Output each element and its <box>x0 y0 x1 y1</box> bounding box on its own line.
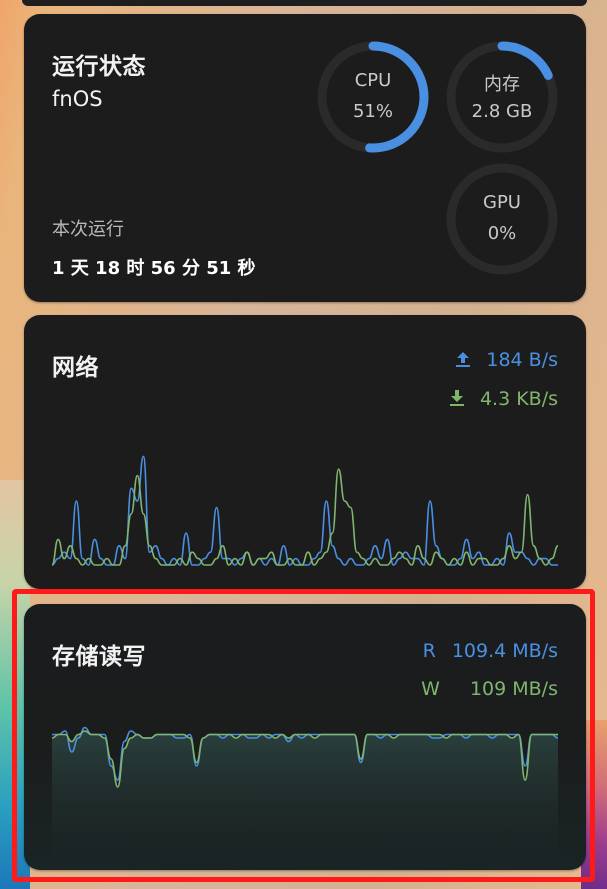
uptime-value: 1 天 18 时 56 分 51 秒 <box>52 258 256 279</box>
network-upload-series <box>51 455 558 566</box>
previous-card-edge <box>22 0 587 6</box>
cpu-gauge-ring <box>317 41 429 153</box>
gauge-track <box>446 163 558 275</box>
system-status-card: 运行状态 fnOS 本次运行 1 天 18 时 56 分 51 秒 CPU 51… <box>24 14 586 302</box>
uptime-label: 本次运行 <box>52 219 124 240</box>
gpu-gauge[interactable]: GPU 0% <box>445 162 559 276</box>
memory-gauge-ring <box>446 41 558 153</box>
memory-gauge-label: 内存 <box>484 74 520 95</box>
status-title: 运行状态 <box>52 54 146 80</box>
gpu-gauge-label: GPU <box>483 192 521 213</box>
cpu-gauge[interactable]: CPU 51% <box>316 40 430 154</box>
cpu-gauge-label: CPU <box>354 70 392 91</box>
gpu-gauge-value: 0% <box>487 223 517 244</box>
memory-gauge-value: 2.8 GB <box>471 101 533 122</box>
selection-highlight <box>12 589 595 882</box>
network-traffic-chart <box>51 455 559 566</box>
network-card: 网络 184 B/s 4.3 KB/s <box>24 315 586 589</box>
gpu-gauge-ring <box>446 163 558 275</box>
os-name: fnOS <box>52 87 103 111</box>
cpu-gauge-value: 51% <box>352 101 393 122</box>
memory-gauge[interactable]: 内存 2.8 GB <box>445 40 559 154</box>
